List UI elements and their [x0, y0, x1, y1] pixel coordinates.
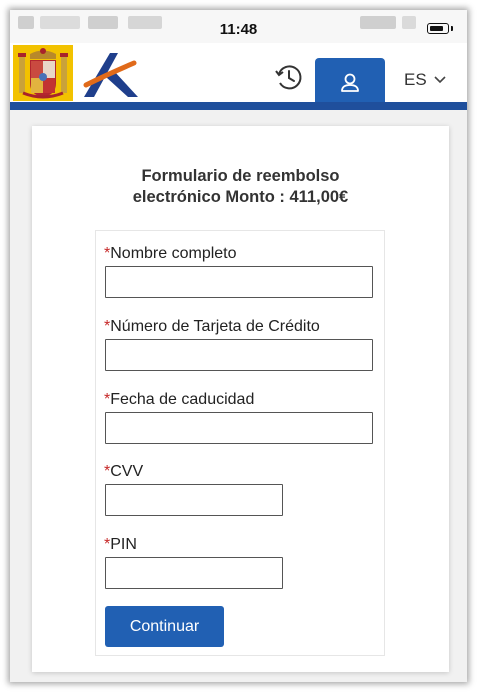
card-number-label: *Número de Tarjeta de Crédito: [104, 318, 320, 336]
header-accent-bar: [10, 102, 467, 110]
status-icons-blur: [402, 16, 416, 29]
refund-form: *Nombre completo *Número de Tarjeta de C…: [95, 230, 385, 656]
continue-button[interactable]: Continuar: [105, 606, 224, 647]
full-name-label-text: Nombre completo: [110, 245, 237, 262]
full-name-input[interactable]: [105, 266, 373, 298]
pin-input[interactable]: [105, 557, 283, 589]
cvv-label-text: CVV: [110, 463, 144, 480]
card-number-input[interactable]: [105, 339, 373, 371]
language-selector[interactable]: ES: [404, 70, 447, 90]
status-icons-blur: [360, 16, 396, 29]
expiry-date-label: *Fecha de caducidad: [104, 391, 254, 409]
phone-screen: 11:48 ES Formulario de reembolso electró…: [10, 10, 467, 682]
cvv-input[interactable]: [105, 484, 283, 516]
form-title: Formulario de reembolso electrónico Mont…: [32, 166, 449, 208]
full-name-label: *Nombre completo: [104, 245, 237, 263]
chevron-down-icon: [434, 76, 446, 84]
pin-label: *PIN: [104, 536, 137, 554]
user-account-button[interactable]: [315, 58, 385, 108]
battery-tip: [451, 26, 453, 31]
status-bar: 11:48: [10, 10, 467, 43]
clock-icon[interactable]: [274, 63, 304, 93]
status-time: 11:48: [219, 21, 258, 38]
pin-label-text: PIN: [110, 536, 137, 553]
spain-coat-of-arms-logo[interactable]: [13, 45, 73, 101]
form-title-line2: electrónico Monto : 411,00€: [132, 188, 349, 206]
user-icon: [341, 73, 359, 92]
site-header: ES: [10, 43, 467, 108]
form-title-line1: Formulario de reembolso: [141, 167, 340, 185]
language-label: ES: [404, 70, 427, 89]
expiry-date-input[interactable]: [105, 412, 373, 444]
expiry-date-label-text: Fecha de caducidad: [110, 391, 255, 408]
card-number-label-text: Número de Tarjeta de Crédito: [110, 318, 320, 335]
refund-form-card: Formulario de reembolso electrónico Mont…: [32, 126, 449, 672]
agencia-tributaria-logo[interactable]: [80, 49, 142, 99]
cvv-label: *CVV: [104, 463, 143, 481]
battery-icon: [427, 23, 449, 34]
